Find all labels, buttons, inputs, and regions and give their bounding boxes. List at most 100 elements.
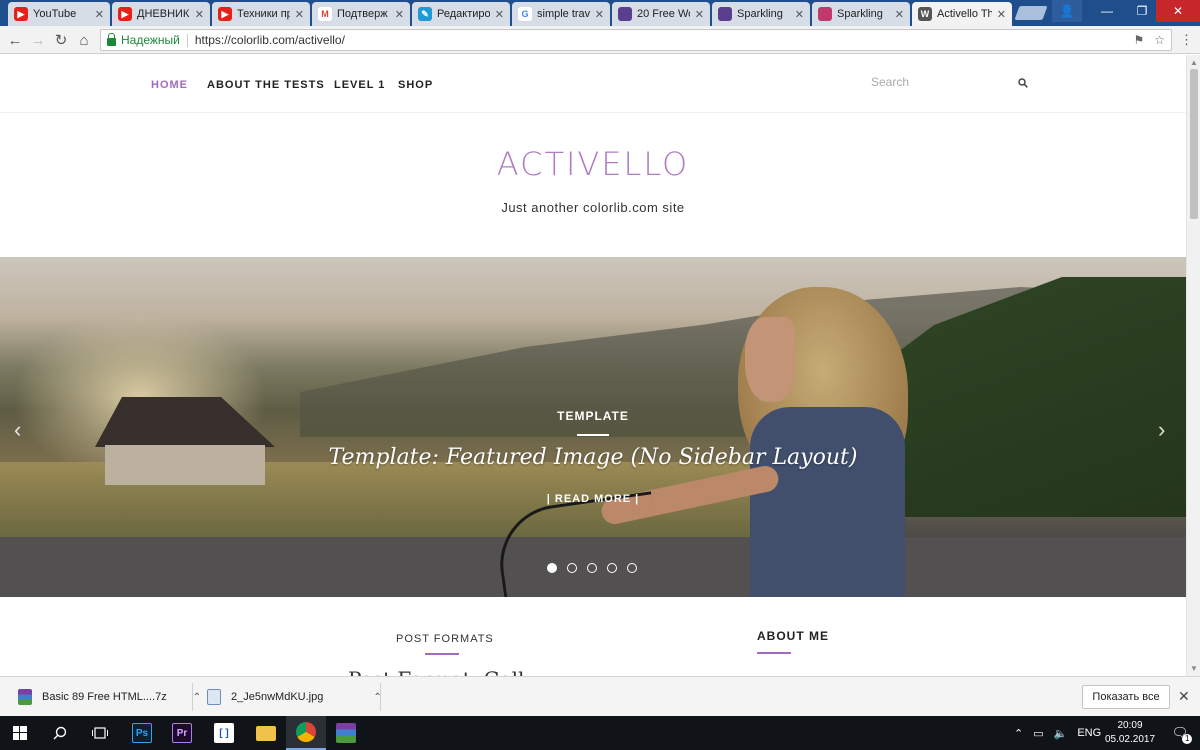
close-icon[interactable]: ✕ (695, 8, 704, 21)
windows-start-icon[interactable] (0, 716, 40, 750)
hero-slider: ‹ › TEMPLATE Template: Featured Image (N… (0, 257, 1186, 597)
close-icon[interactable]: ✕ (895, 8, 904, 21)
browser-tab[interactable]: ✎ Редактиро ✕ (412, 2, 510, 26)
browser-tab-strip: ▶ YouTube ✕ ▶ ДНЕВНИК ✕ ▶ Техники пр ✕ M… (0, 0, 1200, 26)
system-clock[interactable]: 20:09 05.02.2017 (1100, 719, 1160, 747)
volume-icon[interactable]: 🔈 (1054, 727, 1068, 740)
about-me-heading: ABOUT ME (757, 629, 829, 643)
new-tab-button[interactable] (1014, 6, 1048, 20)
close-icon[interactable]: ✕ (595, 8, 604, 21)
gmail-icon: M (318, 7, 332, 21)
search-icon[interactable] (40, 716, 80, 750)
nav-shop-link[interactable]: SHOP (398, 79, 433, 91)
winrar-icon[interactable] (326, 716, 366, 750)
brackets-icon[interactable]: [ ] (204, 716, 244, 750)
slider-dot[interactable] (607, 563, 617, 573)
tab-label: Подтверж (337, 8, 388, 20)
post-title[interactable]: Post Format: Gall (348, 667, 524, 676)
close-icon[interactable]: ✕ (295, 8, 304, 21)
photoshop-icon[interactable]: Ps (122, 716, 162, 750)
download-item[interactable]: 2_Je5nwMdKU.jpg ⌃ (207, 677, 382, 717)
slider-dot[interactable] (567, 563, 577, 573)
scrollbar-thumb[interactable] (1190, 69, 1198, 219)
browser-tab[interactable]: M Подтверж ✕ (312, 2, 410, 26)
window-close-icon[interactable]: ✕ (1156, 0, 1200, 22)
tab-label: Sparkling (837, 8, 883, 20)
brackets-glyph-icon: [ ] (214, 723, 234, 743)
tab-label: Техники пр (237, 8, 290, 20)
tab-label: 20 Free Wo (637, 8, 690, 20)
download-item[interactable]: Basic 89 Free HTML....7z ⌃ (18, 677, 201, 717)
nav-level1-link[interactable]: LEVEL 1 (334, 79, 385, 91)
chevron-up-icon[interactable]: ⌃ (1014, 727, 1023, 740)
browser-tab[interactable]: ▶ ДНЕВНИК ✕ (112, 2, 210, 26)
read-more-button[interactable]: | READ MORE | (0, 493, 1186, 505)
back-icon[interactable]: ← (6, 31, 24, 49)
tab-label: Activello Th (937, 8, 992, 20)
translate-icon[interactable]: ⚑ (1133, 33, 1144, 47)
forward-icon[interactable]: → (29, 31, 47, 49)
hero-title[interactable]: Template: Featured Image (No Sidebar Lay… (0, 445, 1186, 470)
chevron-up-icon[interactable]: ⌃ (193, 692, 201, 703)
notification-badge: 1 (1182, 734, 1193, 744)
scroll-down-icon[interactable]: ▼ (1190, 664, 1198, 673)
address-bar[interactable]: Надежный https://colorlib.com/activello/… (100, 29, 1172, 51)
browser-tab[interactable]: 20 Free Wo ✕ (612, 2, 710, 26)
slider-dot[interactable] (547, 563, 557, 573)
hero-divider (577, 434, 609, 436)
home-icon[interactable]: ⌂ (75, 31, 93, 49)
notification-icon[interactable]: 🗨 1 (1160, 716, 1200, 750)
search-input[interactable]: Search (871, 75, 909, 89)
site-tagline: Just another colorlib.com site (501, 200, 685, 215)
scroll-up-icon[interactable]: ▲ (1190, 58, 1198, 67)
windows-logo-icon (13, 726, 27, 740)
browser-menu-icon[interactable]: ⋮ (1180, 32, 1193, 48)
browser-tab[interactable]: Sparkling ✕ (812, 2, 910, 26)
slider-dot[interactable] (587, 563, 597, 573)
chrome-icon[interactable] (286, 716, 326, 750)
browser-tab[interactable]: ▶ Техники пр ✕ (212, 2, 310, 26)
profile-icon[interactable]: 👤 (1052, 0, 1082, 22)
file-explorer-icon[interactable] (246, 716, 286, 750)
browser-toolbar: ← → ↻ ⌂ Надежный https://colorlib.com/ac… (0, 26, 1200, 54)
close-icon[interactable]: ✕ (495, 8, 504, 21)
task-view-icon[interactable] (80, 716, 120, 750)
clock-time: 20:09 (1117, 720, 1143, 731)
close-icon[interactable]: ✕ (395, 8, 404, 21)
close-icon[interactable]: ✕ (195, 8, 204, 21)
browser-tab[interactable]: G simple trav ✕ (512, 2, 610, 26)
youtube-icon: ▶ (14, 7, 28, 21)
close-icon[interactable]: ✕ (997, 8, 1006, 21)
browser-tab[interactable]: Sparkling ✕ (712, 2, 810, 26)
browser-tab[interactable]: ▶ YouTube ✕ (8, 2, 110, 26)
nav-home-link[interactable]: HOME (151, 79, 188, 91)
close-icon[interactable]: ✕ (1178, 688, 1190, 705)
close-icon[interactable]: ✕ (95, 8, 104, 21)
premiere-icon[interactable]: Pr (162, 716, 202, 750)
premiere-label: Pr (172, 723, 192, 743)
windows-taskbar: Ps Pr [ ] ⌃ ▭ 🔈 ENG 20:09 05.02.2017 🗨 1 (0, 716, 1200, 750)
bookmark-star-icon[interactable]: ☆ (1154, 33, 1165, 47)
language-indicator[interactable]: ENG (1077, 727, 1101, 739)
hero-category-link[interactable]: TEMPLATE (0, 409, 1186, 423)
site-logo[interactable]: ACTIVELLO (0, 145, 1186, 183)
nav-about-link[interactable]: ABOUT THE TESTS (207, 79, 325, 91)
close-icon[interactable]: ✕ (795, 8, 804, 21)
reload-icon[interactable]: ↻ (52, 31, 70, 49)
tab-label: simple trav (537, 8, 590, 20)
search-icon[interactable] (1018, 78, 1028, 88)
about-me-underline (757, 652, 791, 654)
browser-tab-active[interactable]: W Activello Th ✕ (912, 2, 1012, 26)
site-navigation: HOME ABOUT THE TESTS LEVEL 1 SHOP Search (0, 55, 1186, 113)
google-icon: G (518, 7, 532, 21)
network-icon[interactable]: ▭ (1033, 727, 1043, 740)
security-label: Надежный (121, 33, 180, 47)
tab-label: YouTube (33, 8, 77, 20)
page-scrollbar[interactable]: ▲ ▼ (1186, 55, 1200, 676)
post-category-link[interactable]: POST FORMATS (396, 633, 494, 645)
show-all-downloads-button[interactable]: Показать все (1082, 685, 1170, 709)
slider-dot[interactable] (627, 563, 637, 573)
system-tray: ⌃ ▭ 🔈 ENG (1014, 716, 1101, 750)
clock-date: 05.02.2017 (1104, 734, 1156, 745)
tab-label: ДНЕВНИК (137, 8, 190, 20)
